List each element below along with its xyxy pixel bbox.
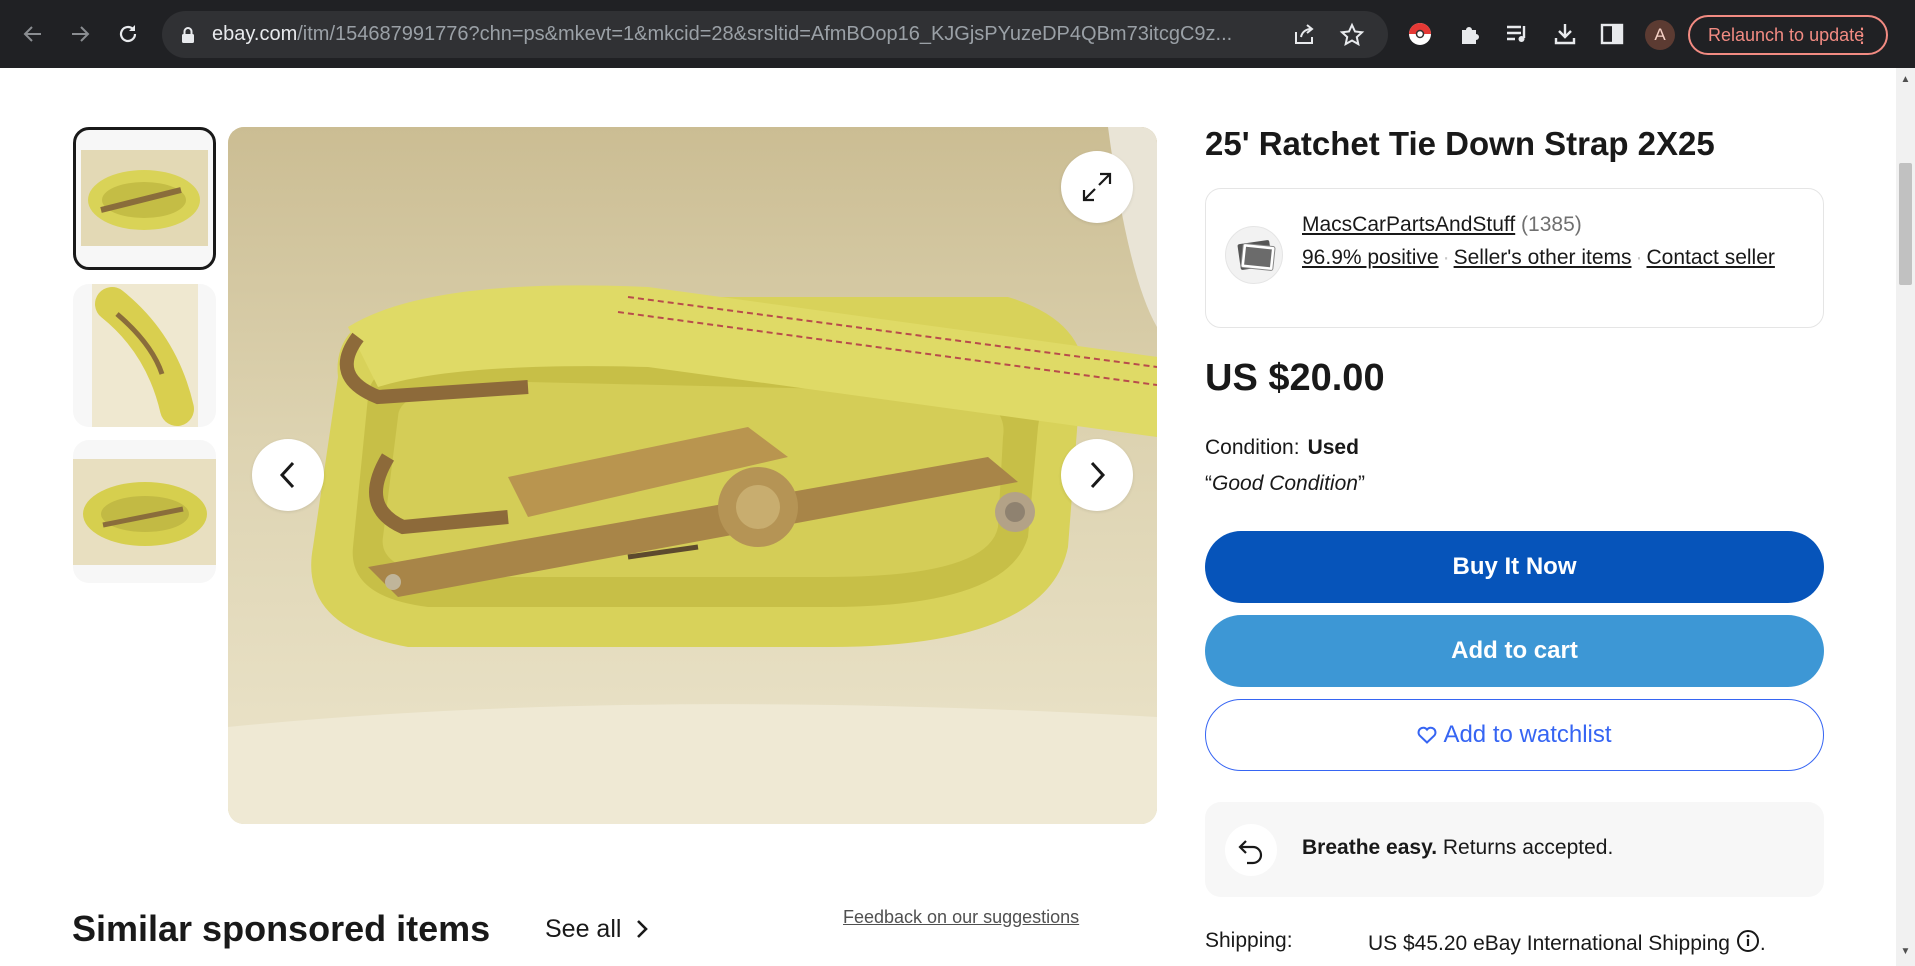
seller-name-row: MacsCarPartsAndStuff (1385) — [1302, 213, 1582, 237]
buy-it-now-label: Buy It Now — [1452, 553, 1577, 580]
reload-icon — [119, 25, 137, 43]
returns-icon-wrapper — [1225, 824, 1277, 876]
expand-image-button[interactable] — [1061, 151, 1133, 223]
download-icon[interactable] — [1551, 20, 1579, 48]
seller-other-items-link[interactable]: Seller's other items — [1454, 246, 1632, 269]
address-bar[interactable]: ebay.com/itm/154687991776?chn=ps&mkevt=1… — [162, 11, 1388, 58]
see-all-link[interactable]: See all — [545, 915, 650, 944]
seller-name-link[interactable]: MacsCarPartsAndStuff — [1302, 213, 1515, 236]
more-menu-icon: ⋮ — [1852, 25, 1872, 47]
shipping-value: US $45.20 eBay International Shipping. — [1368, 929, 1766, 956]
seller-positive-link[interactable]: 96.9% positive — [1302, 246, 1439, 269]
url-text: ebay.com/itm/154687991776?chn=ps&mkevt=1… — [212, 23, 1232, 45]
returns-detail: Returns accepted. — [1437, 836, 1614, 859]
quote-open: “ — [1205, 472, 1212, 495]
pokeball-extension-icon[interactable] — [1406, 20, 1434, 48]
expand-icon — [1082, 172, 1112, 202]
media-playlist-icon[interactable] — [1503, 20, 1531, 48]
listing-title: 25' Ratchet Tie Down Strap 2X25 — [1205, 125, 1715, 162]
forward-button[interactable] — [64, 18, 96, 50]
gallery-thumbnail-2[interactable] — [73, 284, 216, 427]
see-all-label: See all — [545, 915, 622, 943]
gallery-thumbnail-3[interactable] — [73, 440, 216, 583]
thumbnail-image — [81, 150, 208, 246]
shipping-trail: . — [1759, 932, 1766, 955]
next-image-button[interactable] — [1061, 439, 1133, 511]
chevron-left-icon — [279, 461, 295, 489]
heart-icon — [1418, 726, 1437, 744]
return-arrow-icon — [1238, 840, 1263, 865]
item-price: US $20.00 — [1205, 357, 1385, 399]
reload-button[interactable] — [112, 18, 144, 50]
lock-icon — [182, 27, 194, 43]
scroll-down-icon[interactable]: ▼ — [1899, 946, 1912, 958]
returns-banner: Breathe easy. Returns accepted. — [1205, 802, 1824, 897]
add-to-watchlist-button[interactable]: Add to watchlist — [1205, 699, 1824, 771]
seller-links: 96.9% positive · Seller's other items · Cont… — [1302, 243, 1802, 273]
extensions-puzzle-icon[interactable] — [1456, 20, 1484, 48]
thumbnail-image — [92, 284, 198, 427]
seller-card: MacsCarPartsAndStuff (1385) 96.9% positi… — [1205, 188, 1824, 328]
back-button[interactable] — [17, 18, 49, 50]
returns-text: Breathe easy. Returns accepted. — [1302, 836, 1613, 860]
relaunch-button[interactable]: Relaunch to update ⋮ — [1688, 15, 1888, 55]
seller-avatar[interactable] — [1225, 226, 1283, 284]
share-icon[interactable] — [1291, 22, 1317, 48]
shipping-price-text: US $45.20 eBay International Shipping — [1368, 932, 1730, 955]
side-panel-icon[interactable] — [1598, 20, 1626, 48]
returns-bold: Breathe easy. — [1302, 836, 1438, 859]
chevron-right-icon — [1090, 461, 1106, 489]
previous-image-button[interactable] — [252, 439, 324, 511]
browser-toolbar: ebay.com/itm/154687991776?chn=ps&mkevt=1… — [0, 0, 1915, 68]
chevron-right-icon — [637, 920, 649, 938]
profile-avatar[interactable]: A — [1645, 20, 1675, 50]
condition-row: Condition: Used — [1205, 436, 1359, 460]
condition-value: Used — [1307, 436, 1359, 459]
gallery-thumbnail-1[interactable] — [73, 127, 216, 270]
feedback-link[interactable]: Feedback on our suggestions — [843, 907, 1079, 928]
ratchet-strap-photo — [228, 127, 1157, 824]
condition-note-text: Good Condition — [1212, 472, 1358, 495]
info-icon[interactable] — [1736, 929, 1760, 953]
main-product-image[interactable] — [228, 127, 1157, 824]
condition-label: Condition: — [1205, 436, 1300, 459]
thumbnail-image — [73, 459, 216, 565]
separator-dot: · — [1442, 246, 1450, 269]
shipping-label: Shipping: — [1205, 929, 1293, 952]
similar-items-heading: Similar sponsored items — [72, 908, 491, 949]
seller-feedback-count: (1385) — [1521, 213, 1582, 236]
arrow-left-icon — [23, 26, 41, 42]
add-to-cart-label: Add to cart — [1451, 637, 1578, 664]
buy-it-now-button[interactable]: Buy It Now — [1205, 531, 1824, 603]
scroll-up-icon[interactable]: ▲ — [1899, 74, 1912, 86]
relaunch-label: Relaunch to update — [1708, 24, 1865, 45]
contact-seller-link[interactable]: Contact seller — [1647, 246, 1775, 269]
condition-note: “Good Condition” — [1205, 472, 1365, 496]
scrollbar-thumb[interactable] — [1899, 163, 1912, 285]
arrow-right-icon — [72, 26, 90, 42]
add-to-cart-button[interactable]: Add to cart — [1205, 615, 1824, 687]
separator-dot: · — [1635, 246, 1643, 269]
quote-close: ” — [1357, 472, 1365, 495]
add-to-watchlist-label: Add to watchlist — [1443, 721, 1612, 748]
star-icon[interactable] — [1339, 22, 1365, 48]
store-logo-icon — [1237, 240, 1276, 271]
